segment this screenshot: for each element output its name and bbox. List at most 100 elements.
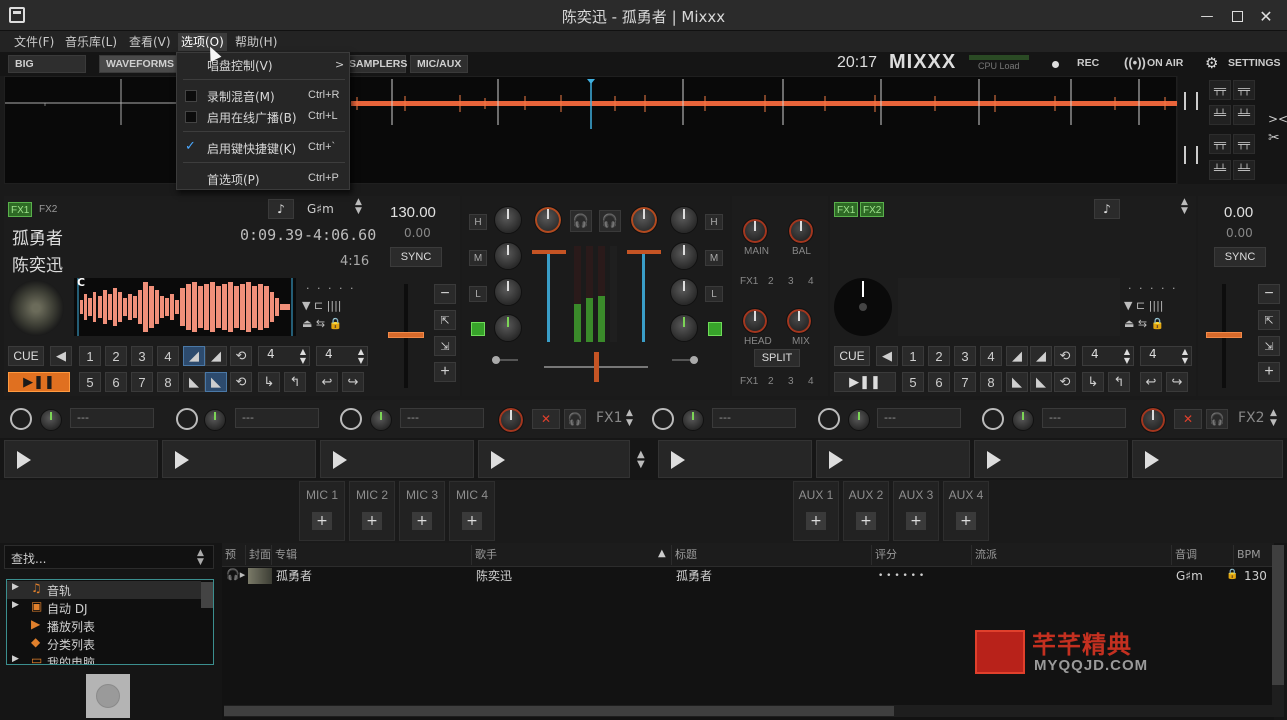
- settings-button[interactable]: SETTINGS: [1228, 57, 1281, 69]
- deck2-hotcue-8[interactable]: 8: [980, 372, 1002, 392]
- deck1-rate-down-icon[interactable]: −: [434, 284, 456, 304]
- ch2-eq-low-knob[interactable]: [670, 278, 698, 306]
- fx1-slot1-power-icon[interactable]: [10, 408, 32, 430]
- deck2-nudge-down-icon[interactable]: ⇲: [1258, 336, 1280, 356]
- menu-help[interactable]: 帮助(H): [232, 33, 280, 51]
- deck1-rate-up-icon[interactable]: +: [434, 362, 456, 382]
- balance-knob[interactable]: [788, 218, 814, 244]
- deck2-reverse-icon[interactable]: ◀: [876, 346, 898, 366]
- expand-arrow-icon[interactable]: ▶: [12, 654, 19, 664]
- main-fx3-assign[interactable]: 3: [788, 276, 794, 287]
- sampler-3[interactable]: [320, 440, 474, 478]
- sync-beatgrid-icon[interactable]: ╤╤: [1209, 134, 1231, 154]
- ch2-gain-knob[interactable]: [630, 206, 658, 234]
- deck2-beatjump-back-icon[interactable]: ↳: [1082, 372, 1104, 392]
- deck1-hotcue-4[interactable]: 4: [157, 346, 179, 366]
- deck2-hotcue-7[interactable]: 7: [954, 372, 976, 392]
- deck1-cover-art[interactable]: [8, 280, 64, 336]
- add-mic-button[interactable]: +: [312, 512, 332, 530]
- sampler-6[interactable]: [816, 440, 970, 478]
- sampler-play-icon[interactable]: [1145, 451, 1159, 469]
- crossfader[interactable]: [544, 352, 648, 382]
- deck1-hotcue-6[interactable]: 6: [105, 372, 127, 392]
- fx1-unit-arrows-icon[interactable]: ▲ ▼: [626, 408, 633, 428]
- head-fx2-assign[interactable]: 2: [768, 376, 774, 387]
- add-mic-button[interactable]: +: [362, 512, 382, 530]
- cell-rating[interactable]: • • • • • •: [878, 568, 924, 584]
- col-artist[interactable]: 歌手: [472, 545, 672, 565]
- horizontal-scrollbar[interactable]: [224, 705, 1274, 717]
- deck2-hotcue-6[interactable]: 6: [928, 372, 950, 392]
- ch1-eq-mid-knob[interactable]: [494, 242, 522, 270]
- library-search-box[interactable]: 查找... ▲ ▼: [4, 545, 214, 569]
- collapse-icon[interactable]: ><: [1268, 112, 1287, 126]
- tree-item-autodj[interactable]: ▶ ▣ 自动 DJ: [7, 599, 201, 617]
- sampler-5[interactable]: [658, 440, 812, 478]
- sampler-play-icon[interactable]: [491, 451, 505, 469]
- deck2-repeat-icon[interactable]: ⏏ ⇆ 🔒: [1124, 317, 1164, 330]
- ch2-quick-effect-toggle[interactable]: [708, 322, 722, 336]
- deck2-cue-button[interactable]: CUE: [834, 346, 870, 366]
- col-rating[interactable]: 评分: [872, 545, 972, 565]
- ch1-quick-effect-toggle[interactable]: [471, 322, 485, 336]
- deck1-play-pause-button[interactable]: ▶❚❚: [8, 372, 70, 392]
- col-genre[interactable]: 流派: [972, 545, 1172, 565]
- tree-item-playlists[interactable]: ▶ 播放列表: [7, 617, 201, 635]
- live-broadcast-checkbox[interactable]: [185, 111, 197, 123]
- deck1-reloop-icon[interactable]: ◣: [183, 372, 205, 392]
- deck2-jump-fwd-icon[interactable]: ↪: [1166, 372, 1188, 392]
- deck2-key-music-note-icon[interactable]: ♪: [1094, 199, 1120, 219]
- deck2-reloop-icon[interactable]: ◣: [1006, 372, 1028, 392]
- maximize-button[interactable]: [1227, 7, 1247, 25]
- col-album[interactable]: 专辑: [272, 545, 472, 565]
- deck1-fx2-toggle[interactable]: FX2: [37, 202, 59, 217]
- expand-arrow-icon[interactable]: ▶: [12, 600, 19, 610]
- sampler-4[interactable]: [478, 440, 630, 478]
- deck1-jump-fwd-icon[interactable]: ↪: [342, 372, 364, 392]
- sampler-play-icon[interactable]: [987, 451, 1001, 469]
- beatgrid-icon-2[interactable]: [1184, 146, 1198, 164]
- beatgrid-icon[interactable]: [1184, 92, 1198, 110]
- ch2-orientation-slider[interactable]: [672, 356, 698, 364]
- search-history-arrows-icon[interactable]: ▲ ▼: [197, 549, 204, 567]
- fx2-slot1-effect-select[interactable]: ---: [712, 408, 796, 428]
- headphone-volume-knob[interactable]: [742, 308, 768, 334]
- ch1-quick-effect-knob[interactable]: [494, 314, 522, 342]
- deck2-slip-mode-icon[interactable]: · · · · ·: [1128, 282, 1177, 295]
- fx2-slot1-meta-knob[interactable]: [682, 409, 704, 431]
- minimize-button[interactable]: —: [1197, 7, 1217, 25]
- main-fx4-assign[interactable]: 4: [808, 276, 814, 287]
- on-air-button[interactable]: ON AIR: [1147, 57, 1183, 69]
- col-preview[interactable]: 预览: [222, 545, 246, 565]
- deck1-beatloop-size[interactable]: 4 ▲ ▼: [258, 346, 310, 366]
- ch1-volume-fader[interactable]: [532, 242, 566, 346]
- deck1-loop-roll-icon[interactable]: ⟲: [230, 372, 252, 392]
- menu-library[interactable]: 音乐库(L): [62, 33, 120, 51]
- deck2-hotcue-4[interactable]: 4: [980, 346, 1002, 366]
- deck1-hotcue-2[interactable]: 2: [105, 346, 127, 366]
- ch2-volume-fader[interactable]: [627, 242, 661, 346]
- deck2-beatloop-size[interactable]: 4 ▲ ▼: [1082, 346, 1134, 366]
- sampler-2[interactable]: [162, 440, 316, 478]
- shift-beats-icon[interactable]: ╧╧: [1209, 160, 1231, 180]
- col-title[interactable]: 标题: [672, 545, 872, 565]
- main-fx2-assign[interactable]: 2: [768, 276, 774, 287]
- fx1-slot2-meta-knob[interactable]: [204, 409, 226, 431]
- repeat-icon[interactable]: ⏏ ⇆ 🔒: [302, 317, 342, 330]
- deck2-loop-in-icon[interactable]: ◢: [1006, 346, 1028, 366]
- fx2-mix-knob[interactable]: [1140, 407, 1166, 433]
- menu-record-mix[interactable]: 录制混音(M) Ctrl+R: [177, 86, 349, 106]
- key-spinner-arrows-icon[interactable]: ▲ ▼: [355, 198, 362, 216]
- rec-button[interactable]: REC: [1077, 57, 1099, 69]
- tree-item-tracks[interactable]: ▶ ♫ 音轨: [7, 581, 201, 599]
- deck1-waveform[interactable]: C: [74, 276, 296, 336]
- head-fx4-assign[interactable]: 4: [808, 376, 814, 387]
- deck2-beatjump-size[interactable]: 4 ▲ ▼: [1140, 346, 1192, 366]
- deck2-rate-down-icon[interactable]: −: [1258, 284, 1280, 304]
- fx2-unit-arrows-icon[interactable]: ▲ ▼: [1270, 408, 1277, 428]
- deck1-loop-halve-icon[interactable]: ◣: [205, 372, 227, 392]
- menu-view[interactable]: 查看(V): [126, 33, 174, 51]
- col-cover[interactable]: 封面: [246, 545, 272, 565]
- ch2-quick-effect-knob[interactable]: [670, 314, 698, 342]
- tree-item-computer[interactable]: ▶ ▭ 我的电脑: [7, 653, 201, 664]
